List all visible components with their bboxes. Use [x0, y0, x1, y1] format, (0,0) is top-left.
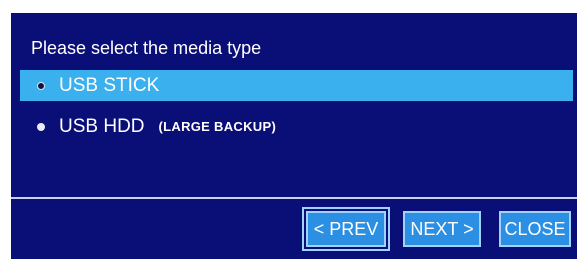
- option-label: USB HDD: [59, 115, 145, 137]
- radio-selected-icon: [37, 81, 45, 90]
- radio-icon: [37, 122, 45, 131]
- media-type-dialog: Please select the media type USB STICK U…: [11, 13, 577, 259]
- option-note: (LARGE BACKUP): [158, 119, 277, 134]
- option-usb-hdd[interactable]: USB HDD (LARGE BACKUP): [20, 111, 573, 142]
- next-button[interactable]: NEXT >: [403, 211, 481, 247]
- divider: [11, 197, 577, 199]
- dialog-prompt: Please select the media type: [31, 38, 262, 58]
- close-button[interactable]: CLOSE: [499, 211, 571, 247]
- prev-button[interactable]: < PREV: [302, 207, 390, 251]
- option-label: USB STICK: [59, 74, 160, 96]
- option-usb-stick[interactable]: USB STICK: [20, 70, 573, 101]
